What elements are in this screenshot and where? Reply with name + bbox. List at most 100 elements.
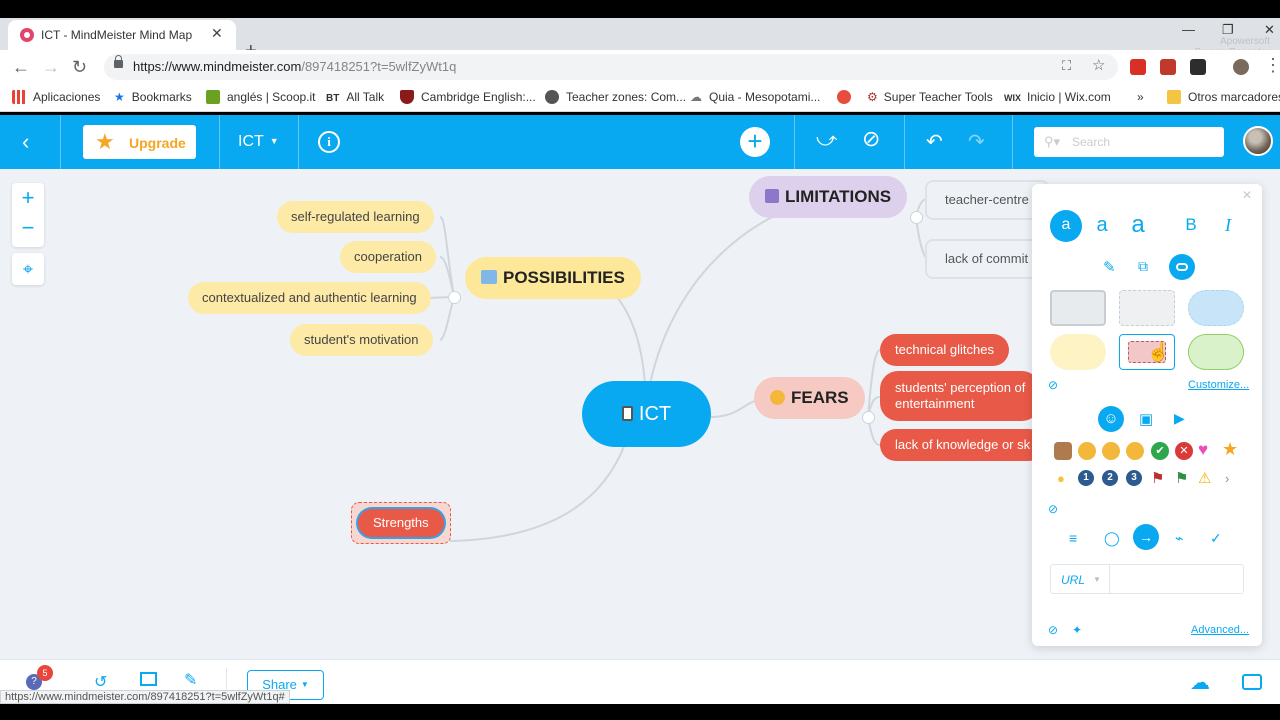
emoji-tab-icon[interactable]: ☺ <box>1098 406 1124 432</box>
advanced-link[interactable]: Advanced... <box>1191 624 1249 636</box>
avatar[interactable] <box>1243 126 1273 156</box>
root-topic-ict[interactable]: ICT <box>582 381 711 447</box>
green-flag-icon[interactable]: ⚑ <box>1175 469 1188 487</box>
reload-icon[interactable]: ↻ <box>72 57 87 78</box>
lightbulb-icon[interactable]: ● <box>1057 471 1065 486</box>
url-field[interactable] <box>1109 564 1244 594</box>
comment-icon[interactable]: ◯ <box>1104 530 1120 547</box>
no-icon-icon[interactable]: ⊘ <box>1048 502 1058 516</box>
extension-adblock-icon[interactable] <box>1130 59 1146 75</box>
shape-swatch-cloud[interactable] <box>1188 290 1244 326</box>
style-preset-icon[interactable]: ⧉ <box>1138 258 1148 275</box>
bookmark-cambridge[interactable]: Cambridge English:... <box>400 90 536 104</box>
profile-avatar-icon[interactable] <box>1233 59 1249 75</box>
shape-swatch-rounded[interactable] <box>1050 290 1106 326</box>
topic-strengths[interactable]: Strengths <box>358 509 444 537</box>
more-bookmarks-chevron[interactable]: » <box>1137 90 1144 104</box>
disable-icon[interactable]: ⊘ <box>862 126 880 152</box>
bookmark-other[interactable]: Otros marcadores <box>1167 90 1280 104</box>
customize-link[interactable]: Customize... <box>1188 379 1249 391</box>
italic-button[interactable]: I <box>1212 210 1244 242</box>
topic-cooperation[interactable]: cooperation <box>340 241 436 273</box>
search-input[interactable]: ⚲▾ Search <box>1034 127 1224 157</box>
muscle-icon[interactable] <box>1054 442 1072 460</box>
image-tab-icon[interactable]: ▣ <box>1139 410 1153 428</box>
draw-icon[interactable]: ✎ <box>184 670 197 690</box>
connect-icon[interactable]: ⤻ <box>816 129 837 152</box>
number-1-icon[interactable]: 1 <box>1078 470 1094 486</box>
task-icon[interactable]: ✓ <box>1210 530 1222 547</box>
chrome-menu-icon[interactable]: ⋮ <box>1264 55 1280 76</box>
grin-face-icon[interactable] <box>1102 442 1120 460</box>
bookmark-all-talk[interactable]: BT All Talk <box>326 90 384 104</box>
topic-possibilities[interactable]: POSSIBILITIES <box>465 257 641 299</box>
collapse-knob[interactable] <box>862 411 875 424</box>
upgrade-button[interactable]: ★ Upgrade <box>83 125 196 159</box>
info-icon[interactable]: i <box>318 131 340 153</box>
topic-technical-glitches[interactable]: technical glitches <box>880 334 1009 366</box>
bookmark-bookmarks[interactable]: ★ Bookmarks <box>114 90 192 104</box>
heart-icon[interactable]: ♥ <box>1198 440 1208 460</box>
extension-s-icon[interactable] <box>1160 59 1176 75</box>
redo-icon[interactable]: ↷ <box>968 129 985 154</box>
warning-icon[interactable]: ⚠ <box>1198 469 1211 487</box>
red-flag-icon[interactable]: ⚑ <box>1151 469 1164 487</box>
video-tab-icon[interactable]: ▶ <box>1174 410 1185 427</box>
shape-swatch-green[interactable] <box>1188 334 1244 370</box>
collapse-knob[interactable] <box>910 211 923 224</box>
cross-icon[interactable]: ✕ <box>1175 442 1193 460</box>
check-icon[interactable]: ✔ <box>1151 442 1169 460</box>
zoom-in-button[interactable]: + <box>12 183 44 213</box>
topic-limitations[interactable]: LIMITATIONS <box>749 176 908 218</box>
notes-icon[interactable]: ≡ <box>1069 530 1077 546</box>
presentation-icon[interactable] <box>140 672 157 686</box>
clear-style-icon[interactable]: ⊘ <box>1048 623 1058 637</box>
number-3-icon[interactable]: 3 <box>1126 470 1142 486</box>
topic-students-perception[interactable]: students' perception of entertainment <box>880 371 1041 421</box>
bold-button[interactable]: B <box>1175 210 1207 242</box>
center-map-button[interactable]: ⌖ <box>12 253 44 285</box>
collapse-knob[interactable] <box>448 291 461 304</box>
bookmark-super-teacher-tools[interactable]: ⚙ Super Teacher Tools <box>867 90 993 104</box>
topic-self-regulated-learning[interactable]: self-regulated learning <box>277 201 434 233</box>
translate-icon[interactable]: ⛶ <box>1062 58 1071 74</box>
magic-wand-icon[interactable]: ✦ <box>1072 623 1082 637</box>
extension-flow-icon[interactable] <box>1190 59 1206 75</box>
text-color-icon[interactable]: ✎ <box>1103 258 1116 276</box>
fearful-face-icon[interactable] <box>1126 442 1144 460</box>
link-tab-icon[interactable]: → <box>1133 524 1159 550</box>
browser-tab[interactable]: ICT - MindMeister Mind Map ✕ <box>8 20 236 50</box>
font-size-medium-button[interactable]: a <box>1086 210 1118 242</box>
chevron-right-icon[interactable]: › <box>1225 471 1229 486</box>
tab-close-icon[interactable]: ✕ <box>211 25 223 42</box>
back-icon[interactable]: ← <box>12 57 30 78</box>
topic-students-motivation[interactable]: student's motivation <box>290 324 433 356</box>
bookmark-quia[interactable]: ☁ Quia - Mesopotami... <box>690 90 820 104</box>
bookmark-wix[interactable]: WIX Inicio | Wix.com <box>1004 90 1111 104</box>
shape-style-button[interactable] <box>1169 254 1195 280</box>
topic-teacher-centre[interactable]: teacher-centre <box>925 180 1049 220</box>
smile-face-icon[interactable] <box>1078 442 1096 460</box>
panel-close-icon[interactable]: ✕ <box>1242 188 1252 202</box>
add-topic-button[interactable]: + <box>740 127 770 157</box>
minimize-icon[interactable]: — <box>1182 22 1195 37</box>
bookmark-star-icon[interactable]: ☆ <box>1092 56 1105 74</box>
bookmark-scoopit[interactable]: anglés | Scoop.it <box>206 90 316 104</box>
number-2-icon[interactable]: 2 <box>1102 470 1118 486</box>
url-input[interactable]: https://www.mindmeister.com/897418251?t=… <box>104 54 1118 80</box>
zoom-out-button[interactable]: − <box>12 213 44 243</box>
topic-contextualized-learning[interactable]: contextualized and authentic learning <box>188 282 431 314</box>
forward-icon[interactable]: → <box>42 57 60 78</box>
topic-fears[interactable]: FEARS <box>754 377 865 419</box>
bookmark-teacher-zones[interactable]: Teacher zones: Com... <box>545 90 686 104</box>
topic-lack-of-knowledge[interactable]: lack of knowledge or sk <box>880 429 1046 461</box>
font-size-small-button[interactable]: a <box>1050 210 1082 242</box>
no-style-icon[interactable]: ⊘ <box>1048 378 1058 392</box>
bookmark-play[interactable] <box>837 90 858 104</box>
download-cloud-icon[interactable]: ☁ <box>1190 670 1210 695</box>
font-size-large-button[interactable]: a <box>1122 210 1154 242</box>
map-name-dropdown[interactable]: ICT ▼ <box>238 133 279 151</box>
topic-lack-of-commitment[interactable]: lack of commit <box>925 239 1049 279</box>
undo-icon[interactable]: ↶ <box>926 129 943 154</box>
print-icon[interactable] <box>1242 674 1262 690</box>
